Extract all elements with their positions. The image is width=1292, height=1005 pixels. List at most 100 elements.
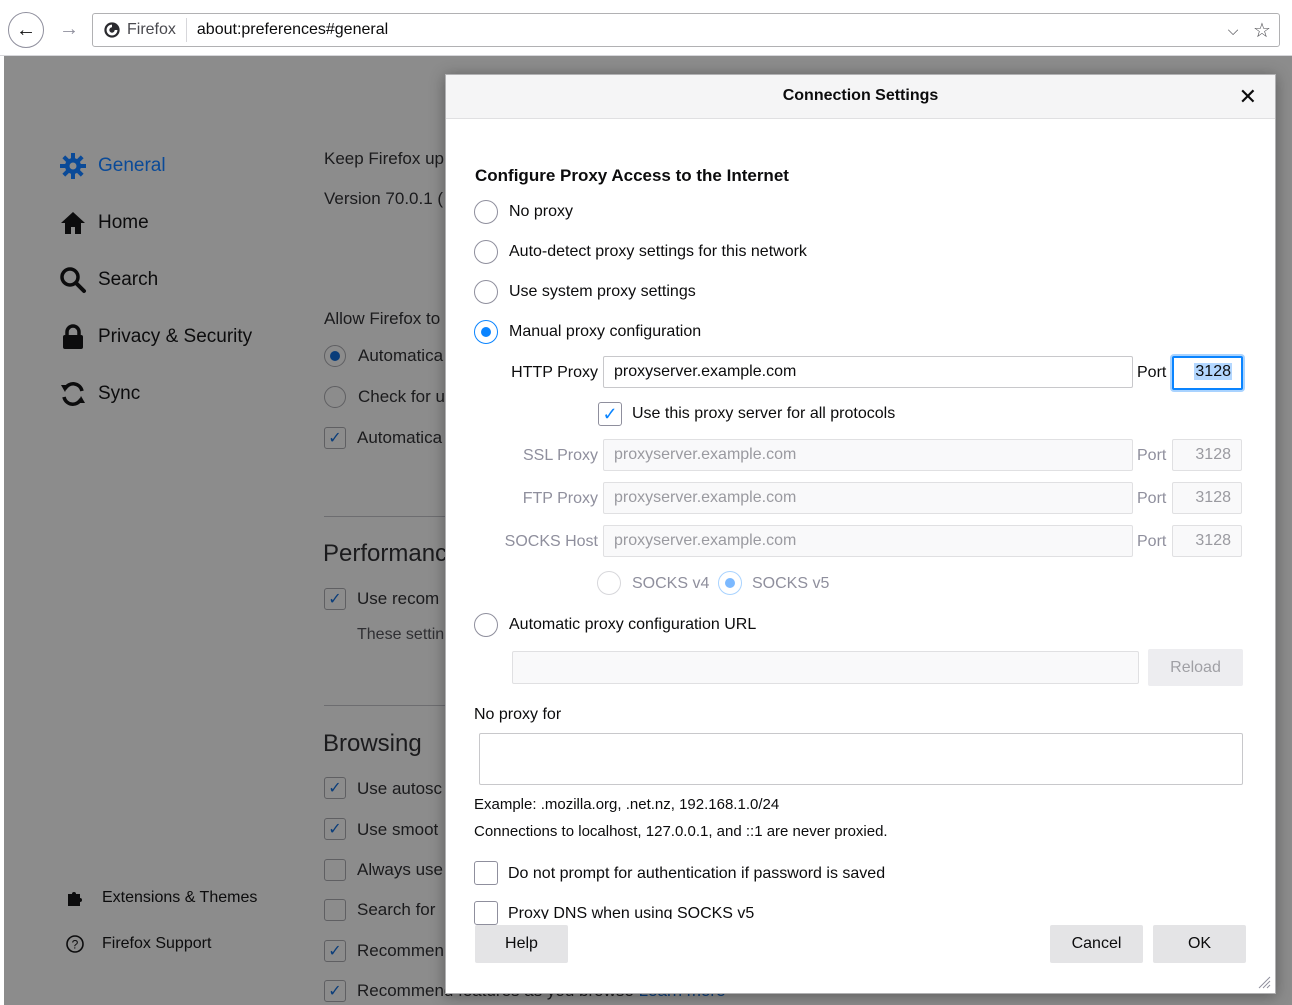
manual-proxy-radio[interactable] — [474, 320, 498, 344]
identity-box[interactable]: Firefox — [93, 18, 187, 42]
svg-text:?: ? — [72, 938, 79, 952]
browsing-checkbox[interactable] — [324, 899, 346, 921]
system-proxy-label: Use system proxy settings — [509, 283, 696, 300]
no-prompt-auth-label: Do not prompt for authentication if pass… — [508, 865, 886, 882]
forward-button[interactable]: → — [55, 15, 83, 43]
close-icon[interactable]: ✕ — [1239, 84, 1257, 110]
socks-v4-radio[interactable] — [597, 571, 621, 595]
sidebar-item-label: Search — [98, 269, 159, 290]
sidebar-item-search[interactable]: Search — [58, 265, 158, 295]
no-proxy-for-textarea[interactable] — [479, 733, 1243, 785]
url-bar[interactable]: Firefox about:preferences#general ⌵ ☆ — [92, 13, 1280, 47]
no-prompt-auth-checkbox[interactable] — [474, 861, 498, 885]
socks-port-input[interactable]: 3128 — [1172, 525, 1242, 557]
ssl-port-input[interactable]: 3128 — [1172, 439, 1242, 471]
update-option-label: Check for u — [358, 387, 445, 406]
sidebar-footer-extensions[interactable]: Extensions & Themes — [62, 888, 257, 908]
example-note: Example: .mozilla.org, .net.nz, 192.168.… — [474, 796, 780, 813]
browsing-checkbox[interactable]: ✓ — [324, 940, 346, 962]
http-proxy-label: HTTP Proxy — [511, 364, 598, 381]
performance-note: These settin — [357, 626, 445, 643]
divider — [324, 516, 449, 517]
divider — [324, 705, 449, 706]
update-auto-checkbox[interactable]: ✓ — [324, 427, 346, 449]
url-dropdown-chevron-icon[interactable]: ⌵ — [1221, 22, 1245, 39]
sidebar-footer-label: Firefox Support — [102, 935, 212, 952]
browsing-option-label: Always use — [357, 860, 443, 879]
resize-grip-icon[interactable] — [1257, 975, 1271, 989]
browsing-checkbox[interactable] — [324, 859, 346, 881]
ok-button[interactable]: OK — [1153, 925, 1246, 963]
auto-config-url-label: Automatic proxy configuration URL — [509, 616, 757, 633]
sidebar-item-sync[interactable]: Sync — [58, 379, 140, 409]
reload-button[interactable]: Reload — [1148, 649, 1243, 686]
browsing-checkbox[interactable]: ✓ — [324, 980, 346, 1002]
system-proxy-radio[interactable] — [474, 280, 498, 304]
socks-host-label: SOCKS Host — [504, 533, 598, 550]
sidebar-footer-support[interactable]: ? Firefox Support — [62, 934, 211, 954]
browsing-option-label: Use autosc — [357, 779, 443, 798]
browsing-option-label: Use smoot — [357, 820, 439, 839]
socks-host-input[interactable]: proxyserver.example.com — [603, 525, 1133, 557]
browsing-checkbox[interactable]: ✓ — [324, 818, 346, 840]
update-auto-radio[interactable] — [324, 345, 346, 367]
dialog-titlebar: Connection Settings ✕ — [446, 75, 1275, 119]
back-arrow-icon: ← — [16, 18, 36, 41]
help-icon: ? — [62, 934, 88, 954]
ftp-proxy-input[interactable]: proxyserver.example.com — [603, 482, 1133, 514]
auto-detect-label: Auto-detect proxy settings for this netw… — [509, 243, 807, 260]
back-button[interactable]: ← — [8, 12, 44, 48]
sidebar-item-label: Privacy & Security — [98, 326, 253, 347]
bookmark-star-icon[interactable]: ☆ — [1245, 18, 1279, 43]
update-check-radio[interactable] — [324, 386, 346, 408]
http-proxy-input[interactable]: proxyserver.example.com — [603, 356, 1133, 388]
auto-config-url-input[interactable] — [512, 651, 1139, 684]
socks-port-label: Port — [1137, 533, 1167, 550]
ftp-port-label: Port — [1137, 490, 1167, 507]
url-text[interactable]: about:preferences#general — [187, 21, 1221, 39]
browser-toolbar: ← → Firefox about:preferences#general ⌵ … — [0, 0, 1292, 56]
sidebar-item-label: General — [98, 155, 166, 176]
browsing-option-label: Search for — [357, 900, 436, 919]
lock-icon — [58, 322, 88, 352]
auto-config-url-radio[interactable] — [474, 613, 498, 637]
socks-v5-label: SOCKS v5 — [752, 575, 830, 592]
cancel-button[interactable]: Cancel — [1050, 925, 1143, 963]
http-port-label: Port — [1137, 364, 1167, 381]
search-icon — [58, 265, 88, 295]
home-icon — [58, 208, 88, 238]
performance-option-label: Use recom — [357, 589, 440, 608]
ssl-port-label: Port — [1137, 447, 1167, 464]
socks-v5-radio[interactable] — [718, 571, 742, 595]
no-proxy-label: No proxy — [509, 203, 574, 220]
checkmark-icon: ✓ — [602, 403, 618, 424]
gear-icon — [58, 151, 88, 181]
sidebar-item-privacy[interactable]: Privacy & Security — [58, 322, 252, 352]
share-proxy-checkbox[interactable]: ✓ — [598, 402, 622, 426]
manual-proxy-label: Manual proxy configuration — [509, 323, 702, 340]
version-text: Version 70.0.1 ( — [324, 189, 444, 208]
sidebar-item-home[interactable]: Home — [58, 208, 149, 238]
socks-v4-label: SOCKS v4 — [632, 575, 710, 592]
sidebar-item-label: Sync — [98, 383, 141, 404]
no-proxy-radio[interactable] — [474, 200, 498, 224]
no-proxy-for-label: No proxy for — [474, 706, 562, 723]
sidebar-item-general[interactable]: General — [58, 151, 166, 181]
ssl-proxy-input[interactable]: proxyserver.example.com — [603, 439, 1133, 471]
http-port-input[interactable]: 3128 — [1172, 356, 1243, 390]
ftp-port-input[interactable]: 3128 — [1172, 482, 1242, 514]
browsing-heading: Browsing — [323, 730, 422, 757]
connection-settings-dialog: Connection Settings ✕ Configure Proxy Ac… — [445, 74, 1276, 994]
sidebar-item-label: Home — [98, 212, 149, 233]
http-port-value: 3128 — [1194, 363, 1232, 380]
puzzle-icon — [62, 888, 88, 908]
proxy-dns-checkbox[interactable] — [474, 901, 498, 925]
help-button[interactable]: Help — [475, 925, 568, 963]
update-heading-text: Keep Firefox up — [324, 149, 445, 168]
performance-checkbox[interactable]: ✓ — [324, 588, 346, 610]
identity-label: Firefox — [127, 21, 176, 38]
forward-arrow-icon: → — [59, 17, 79, 40]
browsing-checkbox[interactable]: ✓ — [324, 777, 346, 799]
auto-detect-radio[interactable] — [474, 240, 498, 264]
proxy-heading: Configure Proxy Access to the Internet — [475, 166, 789, 185]
